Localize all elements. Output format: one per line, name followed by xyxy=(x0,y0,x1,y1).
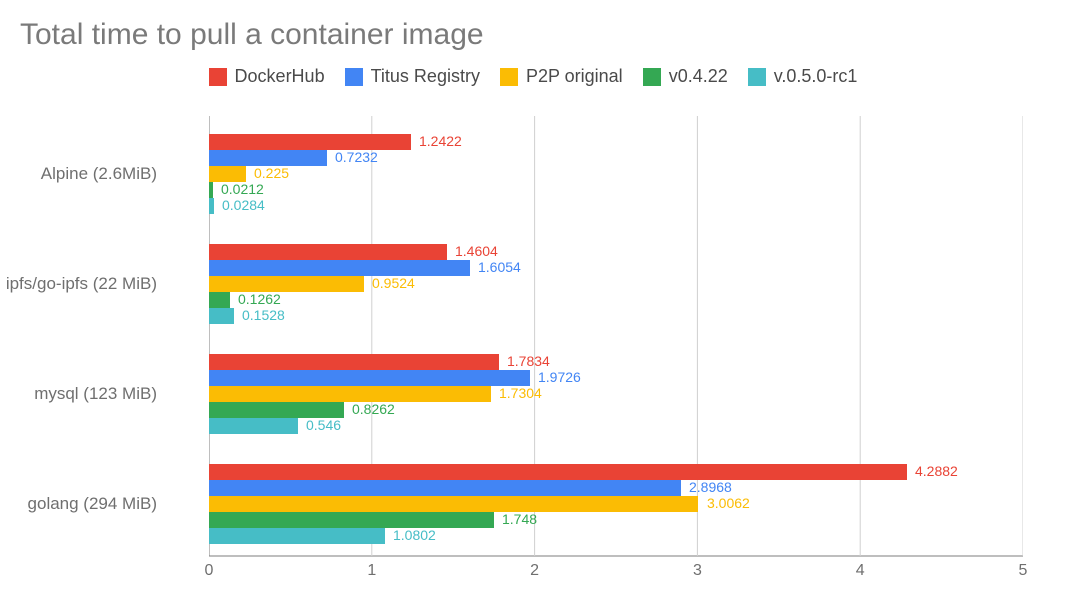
x-tick-label: 2 xyxy=(530,562,539,580)
bar-value-label: 0.225 xyxy=(254,165,289,181)
bar-titus xyxy=(209,260,470,276)
legend-item: v0.4.22 xyxy=(643,66,728,87)
bar-value-label: 4.2882 xyxy=(915,463,958,479)
bar-value-label: 1.0802 xyxy=(393,527,436,543)
bar-p2p xyxy=(209,496,698,512)
bar-titus xyxy=(209,370,530,386)
y-category-label: Alpine (2.6MiB) xyxy=(41,164,157,184)
chart-title: Total time to pull a container image xyxy=(20,18,484,52)
bar-titus xyxy=(209,150,327,166)
legend-swatch xyxy=(748,68,766,86)
bar-value-label: 3.0062 xyxy=(707,495,750,511)
bar-value-label: 0.0212 xyxy=(221,181,264,197)
legend-label: P2P original xyxy=(526,66,623,87)
bar-value-label: 0.8262 xyxy=(352,401,395,417)
legend-label: v0.4.22 xyxy=(669,66,728,87)
legend-item: P2P original xyxy=(500,66,623,87)
y-category-label: golang (294 MiB) xyxy=(28,494,157,514)
x-tick-label: 1 xyxy=(367,562,376,580)
x-tick-label: 0 xyxy=(205,562,214,580)
bar-value-label: 0.9524 xyxy=(372,275,415,291)
chart-container: Total time to pull a container image Doc… xyxy=(0,0,1066,596)
bar-dockerhub xyxy=(209,464,907,480)
legend-item: v.0.5.0-rc1 xyxy=(748,66,858,87)
bar-value-label: 1.4604 xyxy=(455,243,498,259)
bar-p2p xyxy=(209,276,364,292)
legend-swatch xyxy=(209,68,227,86)
plot-area: 0 1 2 3 4 5 Alpine (2.6MiB) ipfs/go-ipfs… xyxy=(209,116,1023,556)
x-tick-label: 4 xyxy=(856,562,865,580)
bar-v0422 xyxy=(209,292,230,308)
bar-value-label: 1.7304 xyxy=(499,385,542,401)
bar-v050rc1 xyxy=(209,528,385,544)
bar-v0422 xyxy=(209,512,494,528)
bar-v050rc1 xyxy=(209,418,298,434)
legend-swatch xyxy=(643,68,661,86)
x-tick-label: 3 xyxy=(693,562,702,580)
bar-value-label: 2.8968 xyxy=(689,479,732,495)
bar-value-label: 0.1262 xyxy=(238,291,281,307)
bar-value-label: 1.2422 xyxy=(419,133,462,149)
bar-p2p xyxy=(209,386,491,402)
legend-item: DockerHub xyxy=(209,66,325,87)
bar-titus xyxy=(209,480,681,496)
y-category-label: ipfs/go-ipfs (22 MiB) xyxy=(6,274,157,294)
bar-value-label: 0.0284 xyxy=(222,197,265,213)
x-tick-label: 5 xyxy=(1019,562,1028,580)
legend: DockerHub Titus Registry P2P original v0… xyxy=(0,66,1066,87)
legend-label: DockerHub xyxy=(235,66,325,87)
bar-v0422 xyxy=(209,182,213,198)
bar-value-label: 0.1528 xyxy=(242,307,285,323)
y-category-label: mysql (123 MiB) xyxy=(34,384,157,404)
bar-value-label: 1.9726 xyxy=(538,369,581,385)
bar-value-label: 1.748 xyxy=(502,511,537,527)
bar-dockerhub xyxy=(209,244,447,260)
bar-p2p xyxy=(209,166,246,182)
bar-v050rc1 xyxy=(209,308,234,324)
bar-value-label: 0.7232 xyxy=(335,149,378,165)
bar-dockerhub xyxy=(209,134,411,150)
legend-label: v.0.5.0-rc1 xyxy=(774,66,858,87)
legend-label: Titus Registry xyxy=(371,66,480,87)
bar-v050rc1 xyxy=(209,198,214,214)
bar-value-label: 1.7834 xyxy=(507,353,550,369)
bar-dockerhub xyxy=(209,354,499,370)
bar-v0422 xyxy=(209,402,344,418)
bar-value-label: 1.6054 xyxy=(478,259,521,275)
legend-swatch xyxy=(500,68,518,86)
legend-item: Titus Registry xyxy=(345,66,480,87)
legend-swatch xyxy=(345,68,363,86)
bar-value-label: 0.546 xyxy=(306,417,341,433)
